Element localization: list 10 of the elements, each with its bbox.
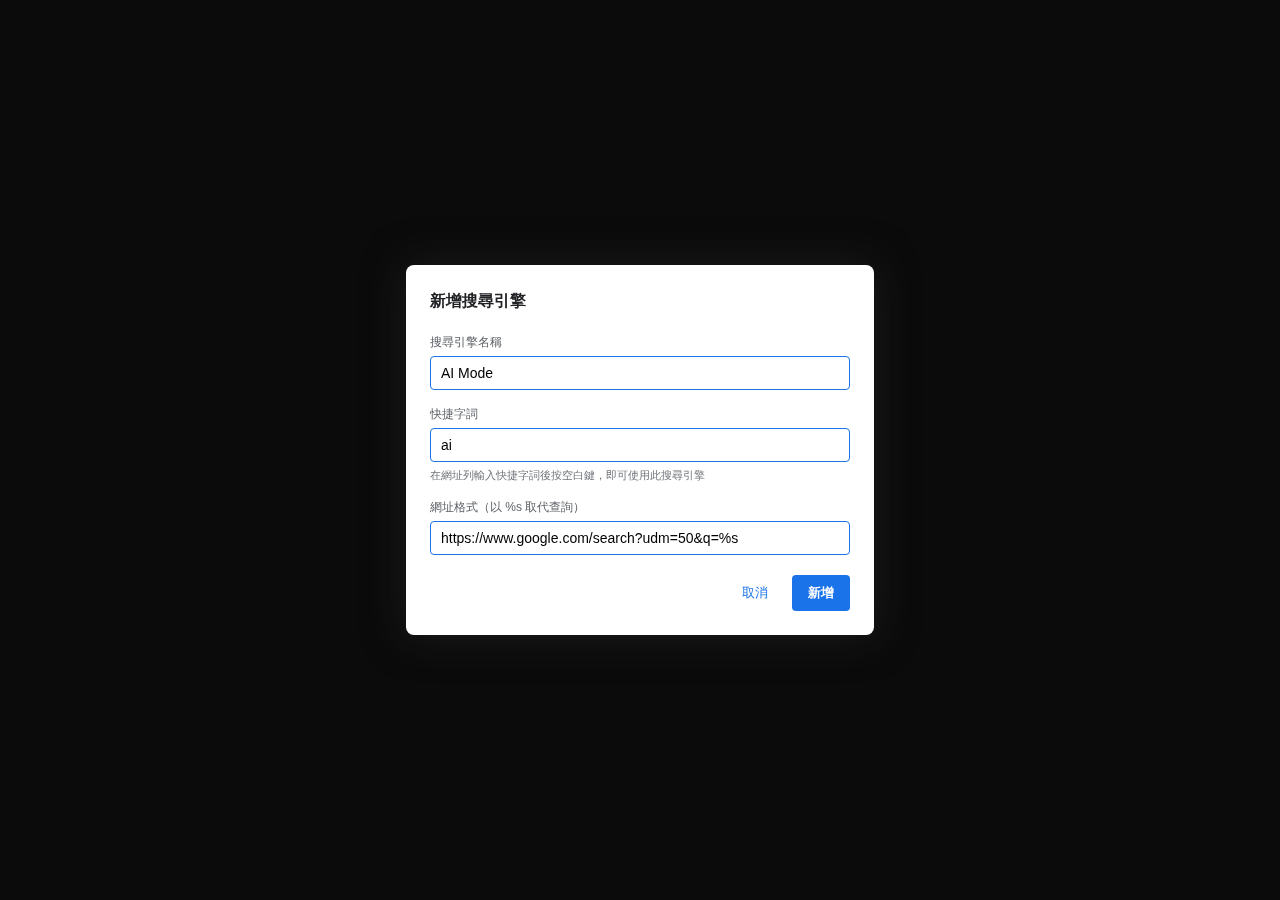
field-label: 搜尋引擎名稱	[430, 334, 503, 351]
hint-text: 在網址列輸入快捷字詞後按空白鍵，即可使用此搜尋引擎	[430, 468, 706, 483]
dialog-title: 新增搜尋引擎	[430, 291, 527, 311]
field-label: 網址格式（以 %s 取代查詢）	[430, 499, 587, 516]
field-label: 快捷字詞	[430, 406, 479, 423]
input-field[interactable]: AI Mode	[430, 356, 850, 390]
add-button[interactable]: 新增	[792, 575, 850, 611]
input-field[interactable]: ai	[430, 428, 850, 462]
cancel-button[interactable]: 取消	[726, 575, 784, 611]
input-field[interactable]: https://www.google.com/search?udm=50&q=%s	[430, 521, 850, 555]
